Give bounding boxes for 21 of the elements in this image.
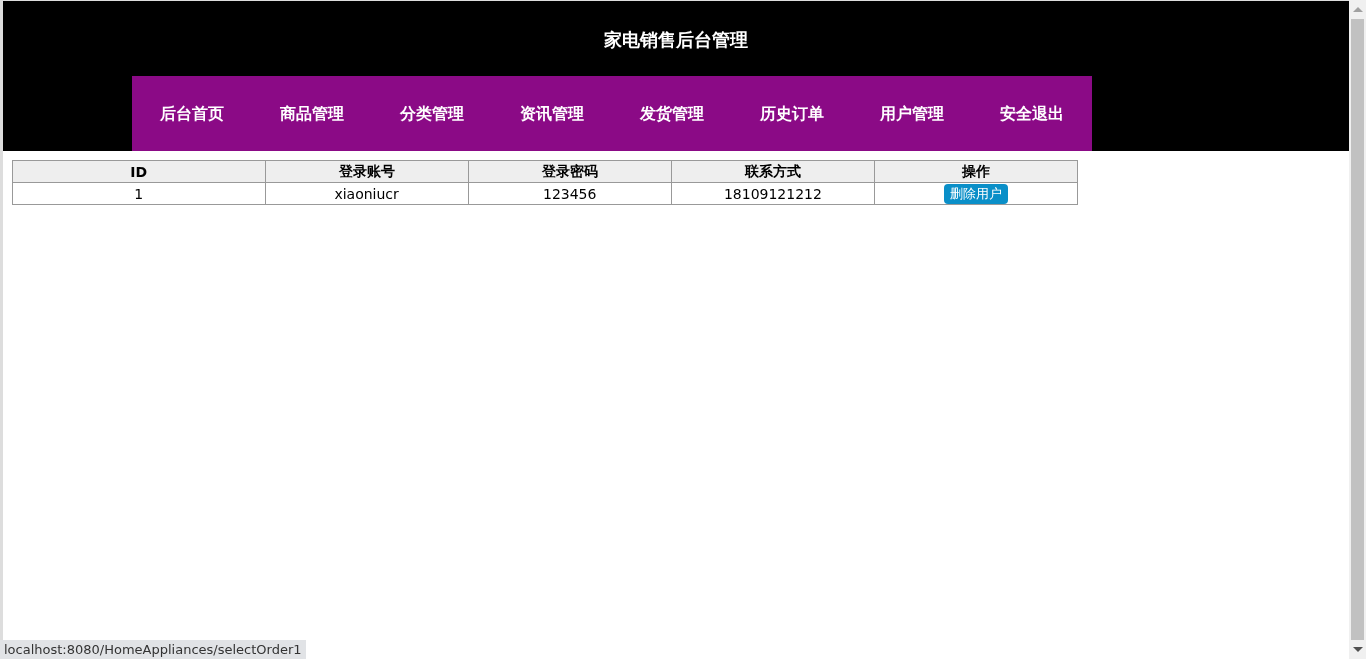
column-header: 登录账号 bbox=[265, 160, 469, 183]
nav-link[interactable]: 资讯管理 bbox=[492, 76, 612, 151]
status-bar: localhost:8080/HomeAppliances/selectOrder1 bbox=[0, 640, 306, 659]
nav-link[interactable]: 分类管理 bbox=[372, 76, 492, 151]
nav-link[interactable]: 安全退出 bbox=[972, 76, 1092, 151]
table-cell: 1 bbox=[12, 182, 266, 205]
nav-link[interactable]: 后台首页 bbox=[132, 76, 252, 151]
column-header: 登录密码 bbox=[468, 160, 672, 183]
table-cell: 123456 bbox=[468, 182, 672, 205]
table-cell: xiaoniucr bbox=[265, 182, 469, 205]
column-header: 操作 bbox=[874, 160, 1078, 183]
scrollbar[interactable] bbox=[1349, 0, 1366, 659]
nav-link[interactable]: 发货管理 bbox=[612, 76, 732, 151]
nav-link[interactable]: 商品管理 bbox=[252, 76, 372, 151]
column-header: 联系方式 bbox=[671, 160, 875, 183]
column-header: ID bbox=[12, 160, 266, 183]
delete-user-button[interactable]: 删除用户 bbox=[944, 183, 1009, 204]
site-title: 家电销售后台管理 bbox=[604, 28, 748, 52]
nav-link[interactable]: 用户管理 bbox=[852, 76, 972, 151]
nav-link[interactable]: 历史订单 bbox=[732, 76, 852, 151]
table-cell: 18109121212 bbox=[671, 182, 875, 205]
